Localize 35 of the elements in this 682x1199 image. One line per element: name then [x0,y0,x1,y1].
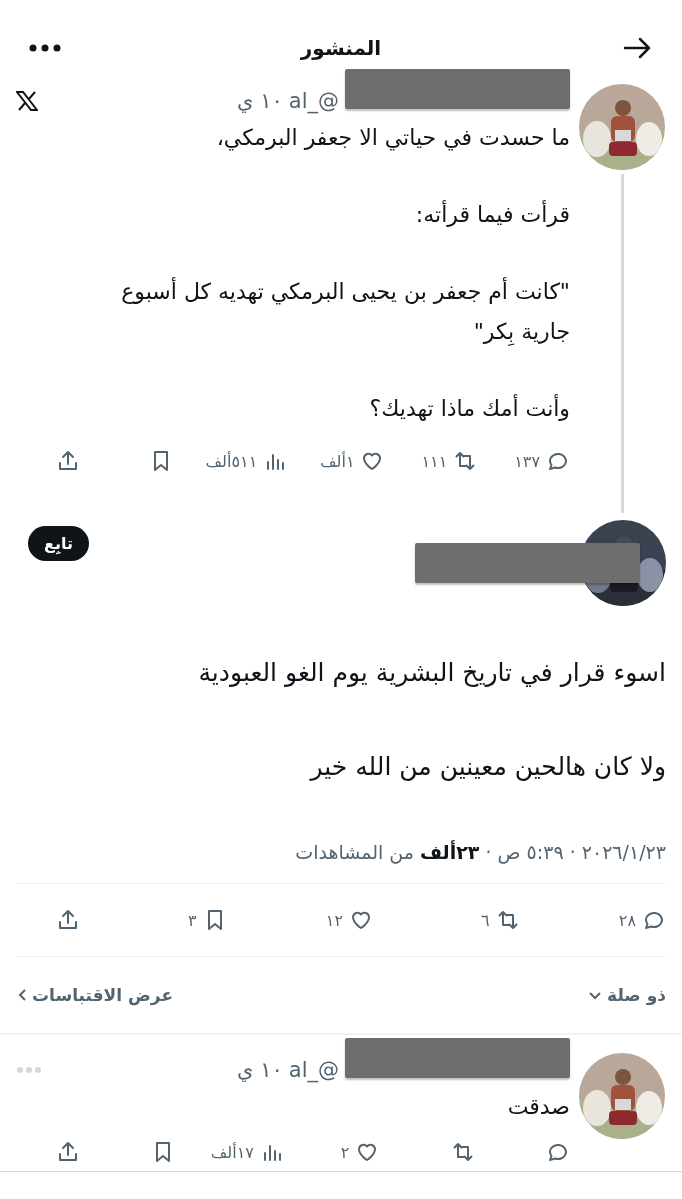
action-count: ١٧ألف [210,1142,254,1162]
post-text: "كانت أم جعفر بن يحيى البرمكي تهديه كل أسبوع جارية بِكر" [120,276,570,348]
view-quotes-link[interactable]: عرض الاقتباسات [16,985,174,1005]
action-count: ٢٨ [618,910,636,930]
repost-icon[interactable] [450,1140,475,1164]
post-text: ما حسدت في حياتي الا جعفر البرمكي، [215,124,570,153]
action-count: ٦ [480,910,490,930]
related-dropdown[interactable]: ذو صلة [587,985,666,1005]
action-count: ١ألف [320,451,355,471]
action-count: ٣ [187,910,197,930]
back-arrow-icon[interactable] [622,36,652,60]
action-count: ١١١ [421,451,448,471]
repost-icon[interactable] [453,449,478,473]
action-count: ١٢ [325,910,343,930]
post-text: ولا كان هالحين معينين من الله خير [308,751,666,784]
user-handle[interactable]: @_al [288,1058,339,1082]
post-time: ١٠ ي [237,89,283,113]
post-text: وأنت أمك ماذا تهديك؟ [368,393,570,423]
action-count: ١٣٧ [514,451,540,471]
follow-button[interactable]: تابِع [28,525,89,561]
post-time: ١٠ ي [237,1058,283,1082]
page-title: المنشور [300,36,382,60]
chevron-left-icon [16,987,28,1003]
post-text: صدقت [506,1093,570,1121]
action-count: ٢ [340,1142,350,1162]
share-icon[interactable] [56,449,80,473]
repost-icon[interactable] [495,908,520,932]
post-text: اسوء قرار في تاريخ البشرية يوم الغو العبودية [197,657,666,689]
x-logo-icon [16,91,38,111]
more-icon[interactable] [28,44,62,52]
post-text: قرأت فيما قرأته: [414,199,570,229]
post-timestamp: ٢٠٢٦/١/٢٣ · ٥:٣٩ ص · ٢٣ألف من المشاهدات [294,841,666,863]
share-icon[interactable] [56,908,80,932]
action-count: ٥١١ألف [205,451,258,471]
user-handle[interactable]: @_al [288,89,339,113]
